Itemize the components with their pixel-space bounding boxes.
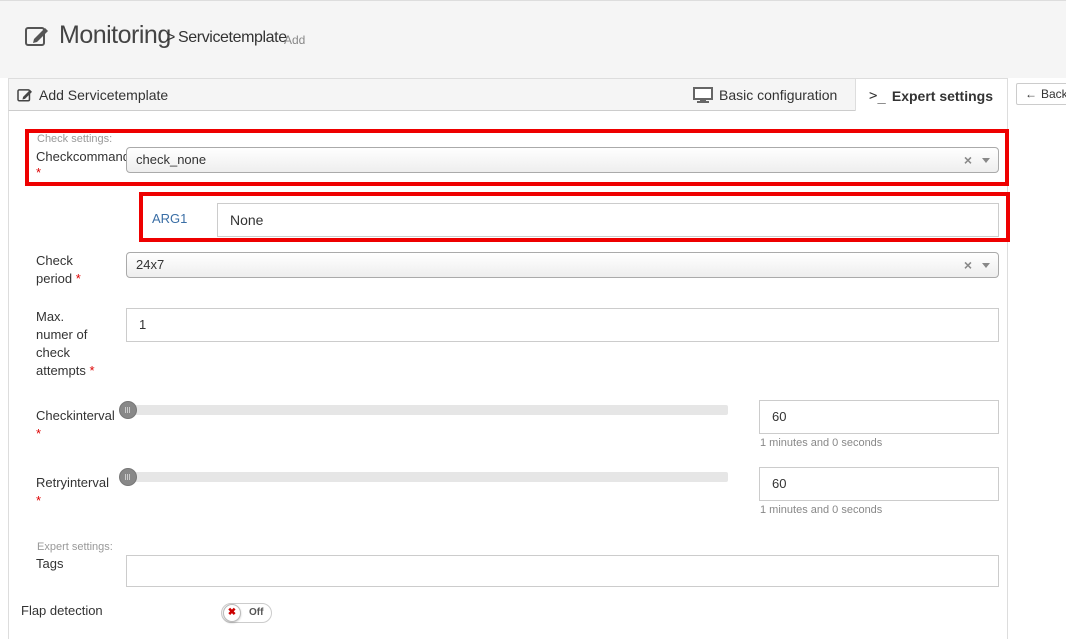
clear-icon[interactable]: ×	[964, 253, 972, 277]
checkinterval-input[interactable]: 60	[759, 400, 999, 434]
retryinterval-hint: 1 minutes and 0 seconds	[760, 504, 883, 516]
page-action-label: Add	[284, 33, 306, 47]
check-period-select[interactable]: 24x7 ×	[126, 252, 999, 278]
flap-detection-toggle[interactable]: ✖ Off	[221, 603, 272, 623]
monitor-icon	[693, 87, 713, 103]
terminal-icon: >_	[869, 87, 886, 104]
checkinterval-label: Checkinterval *	[36, 408, 115, 441]
panel-title: Add Servicetemplate	[17, 87, 168, 103]
tags-label: Tags	[36, 556, 64, 571]
tab-bar: Add Servicetemplate Basic configuration …	[8, 78, 1008, 112]
chevron-down-icon[interactable]	[982, 263, 990, 268]
panel-title-text: Add Servicetemplate	[39, 87, 169, 103]
highlight-box-arg1	[139, 192, 1010, 242]
tags-input[interactable]	[126, 555, 999, 587]
tab-basic-label: Basic configuration	[719, 87, 838, 103]
expert-settings-label: Expert settings:	[37, 541, 113, 553]
max-attempts-label: Max. numer of check attempts *	[36, 309, 95, 378]
check-period-value: 24x7	[136, 257, 165, 272]
tab-basic-configuration[interactable]: Basic configuration	[693, 87, 837, 103]
page-title: Monitoring	[59, 21, 171, 49]
edit-icon	[25, 27, 48, 46]
page-subtitle: Servicetemplate	[178, 29, 287, 46]
retryinterval-label: Retryinterval *	[36, 475, 109, 508]
check-period-label: Check period *	[36, 253, 81, 286]
highlight-box-checkcommand	[25, 129, 1009, 186]
checkinterval-slider-track[interactable]	[126, 405, 728, 415]
max-attempts-input[interactable]: 1	[126, 308, 999, 342]
close-icon: ✖	[223, 604, 241, 622]
arrow-left-icon: ←	[1025, 87, 1037, 101]
tab-expert-label: Expert settings	[891, 87, 993, 104]
retryinterval-slider-track[interactable]	[126, 472, 728, 482]
checkinterval-slider-handle[interactable]	[119, 401, 137, 419]
tab-expert-settings[interactable]: >_ Expert settings	[855, 78, 1008, 112]
toggle-state-label: Off	[249, 607, 264, 618]
retryinterval-input[interactable]: 60	[759, 467, 999, 501]
page-header: Monitoring > Servicetemplate Add	[0, 0, 1066, 78]
back-button[interactable]: ← Back	[1016, 83, 1066, 105]
checkinterval-hint: 1 minutes and 0 seconds	[760, 437, 883, 449]
back-button-label: Back	[1041, 87, 1066, 101]
edit-icon	[17, 89, 32, 102]
breadcrumb-separator: >	[166, 29, 176, 46]
flap-detection-label: Flap detection	[21, 603, 103, 618]
retryinterval-slider-handle[interactable]	[119, 468, 137, 486]
